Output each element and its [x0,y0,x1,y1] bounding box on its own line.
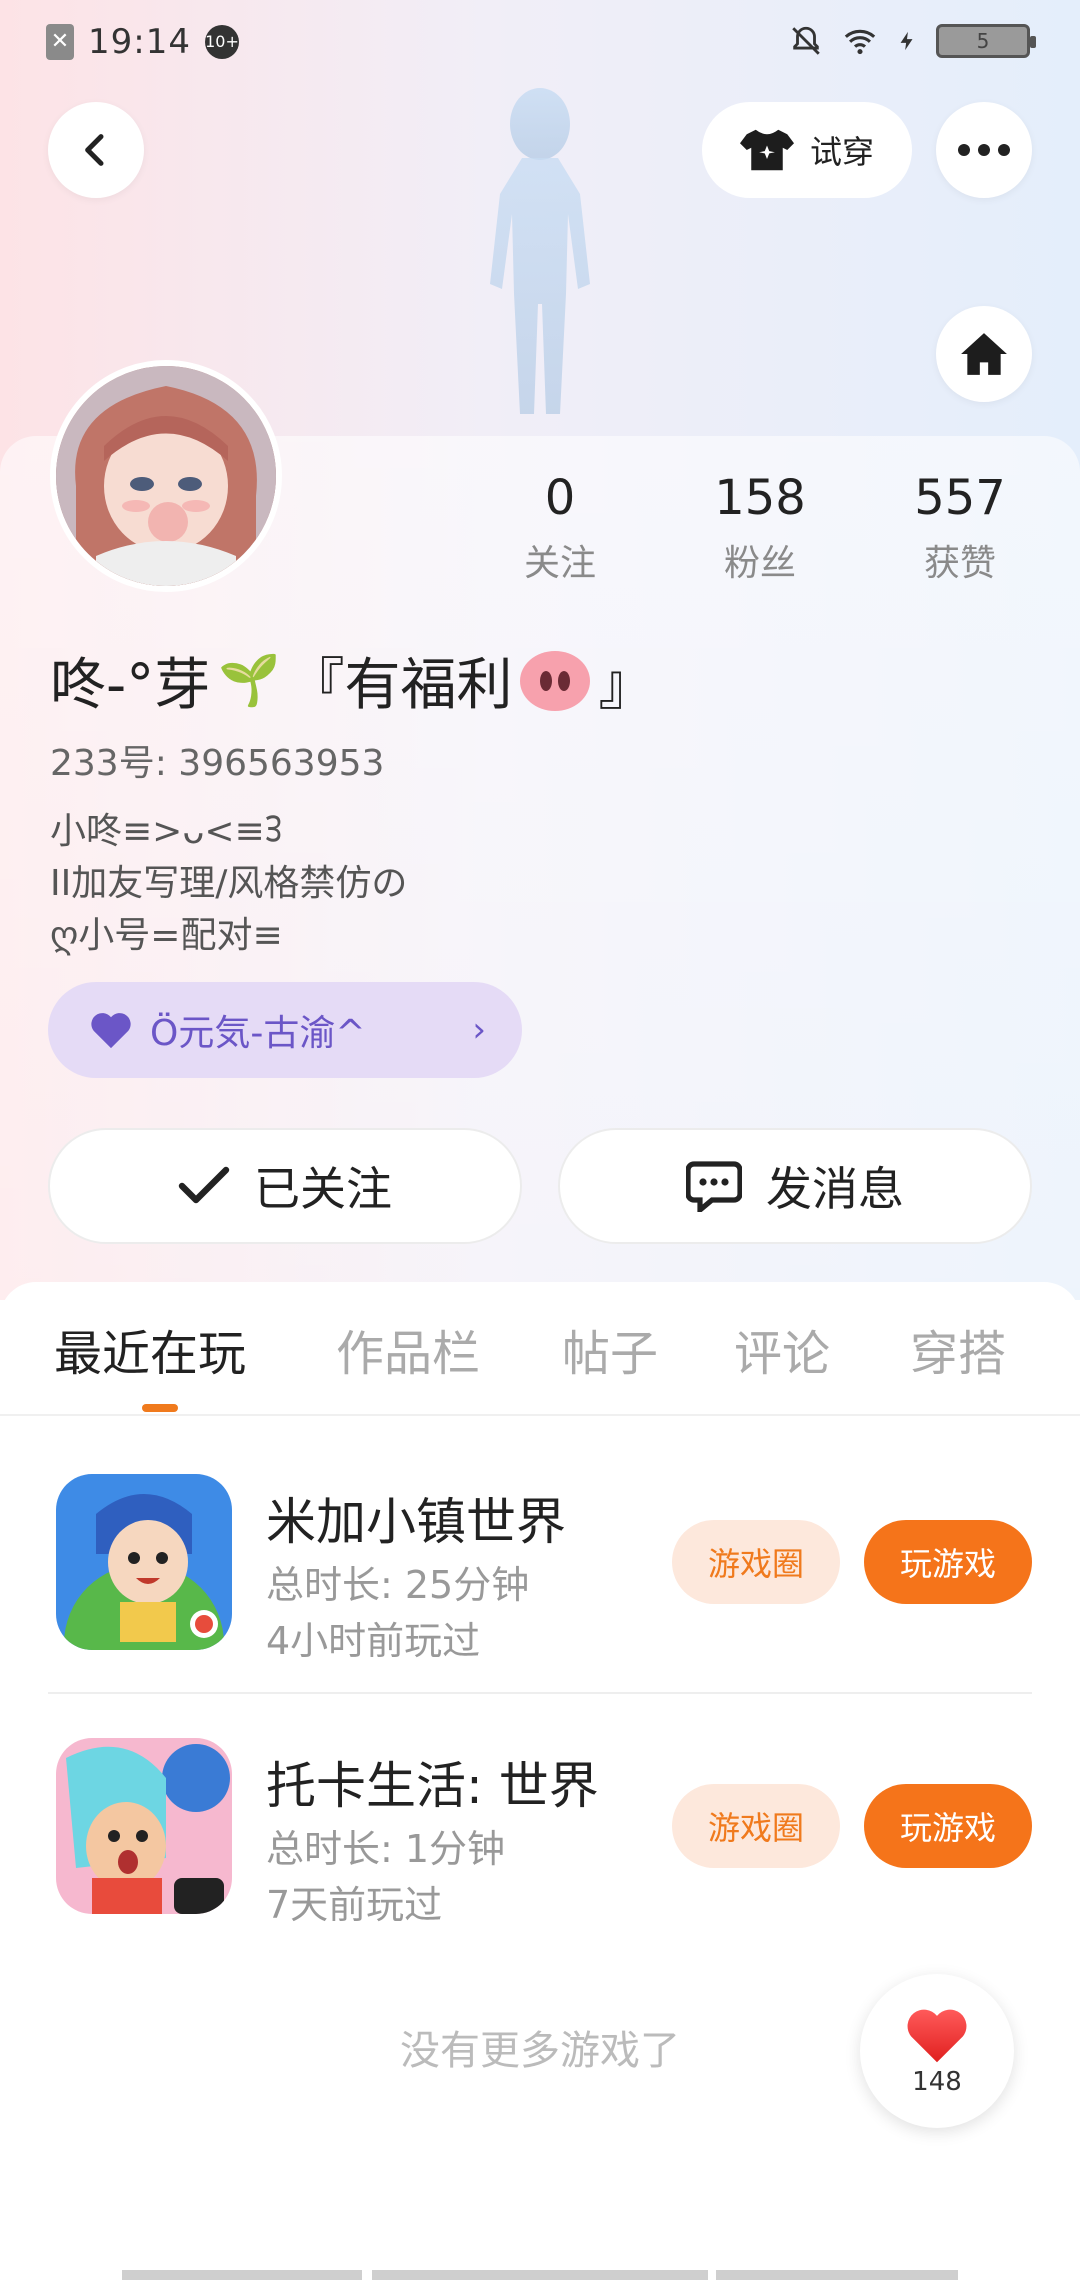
like-count: 148 [912,2067,962,2097]
nav-gesture-bar [122,2270,362,2280]
nickname: 咚-°芽 🌱 『有福利 』 [50,640,654,721]
game-name: 米加小镇世界 [266,1493,566,1551]
notification-badge: 10+ [204,25,239,59]
try-on-label: 试穿 [809,133,874,171]
user-id: 233号: 396563953 [50,743,385,784]
stats-row: 0 关注 158 粉丝 557 获赞 [480,470,1040,586]
wifi-icon [844,29,876,55]
game-row[interactable]: 米加小镇世界 总时长: 25分钟 4小时前玩过 游戏圈 玩游戏 [0,1474,1080,1694]
check-icon [178,1166,230,1204]
game-total-time: 总时长: 25分钟 [266,1563,530,1607]
follow-label: 已关注 [254,1162,392,1216]
tab-recently-played[interactable]: 最近在玩 [54,1314,246,1384]
game-last-played: 4小时前玩过 [266,1619,481,1663]
pig-nose-icon [520,650,591,711]
heart-like-icon [907,2009,967,2063]
bio: 小咚≡>ᴗ<≡ᢃ II加友写理/风格禁仿の ღ小号=配对≡ [50,806,407,962]
stat-likes[interactable]: 557 获赞 [880,470,1040,586]
home-icon [961,333,1007,375]
chat-bubble-icon [686,1161,742,1212]
try-on-button[interactable]: 试穿 [702,102,912,198]
nickname-part1: 咚-°芽 [50,653,211,718]
back-button[interactable] [48,102,144,198]
heart-icon [91,1013,131,1049]
message-button[interactable]: 发消息 [558,1128,1032,1244]
game-icon-toca-life[interactable] [56,1738,232,1914]
stat-label: 粉丝 [723,543,796,584]
tab-works[interactable]: 作品栏 [336,1314,480,1384]
stat-number: 557 [914,470,1006,526]
bio-line: ღ小号=配对≡ [50,915,283,956]
follow-button[interactable]: 已关注 [48,1128,522,1244]
battery-icon: 5 [936,24,1036,58]
guild-label: Ö元気-古渝^ [150,1013,366,1054]
sprout-icon: 🌱 [218,651,281,709]
more-button[interactable] [936,102,1032,198]
avatar-image [56,366,276,586]
game-icon-miga-town[interactable] [56,1474,232,1650]
tab-outfits[interactable]: 穿搭 [910,1314,1006,1384]
mute-bell-icon [792,26,820,55]
stat-followers[interactable]: 158 粉丝 [680,470,840,586]
stat-number: 0 [544,470,576,526]
game-row[interactable]: 托卡生活: 世界 总时长: 1分钟 7天前玩过 游戏圈 玩游戏 [0,1738,1080,1958]
status-time: 19:14 [88,22,191,62]
game-circle-button[interactable]: 游戏圈 [672,1520,840,1604]
stat-following[interactable]: 0 关注 [480,470,640,586]
avatar-figure-hologram [490,88,590,414]
stat-label: 关注 [523,543,596,584]
sim-x-icon: ✕ [46,24,74,60]
nickname-part2: 『有福利 [288,653,513,718]
back-arrow-icon [85,134,104,166]
home-button[interactable] [936,306,1032,402]
status-bar: ✕ 19:14 10+ 5 [0,0,1080,80]
game-name: 托卡生活: 世界 [266,1757,599,1815]
divider [0,1414,1080,1416]
bio-line: II加友写理/风格禁仿の [50,863,408,904]
game-circle-button[interactable]: 游戏圈 [672,1784,840,1868]
nickname-part3: 』 [598,653,655,718]
divider [48,1692,1032,1694]
guild-tag-button[interactable]: Ö元気-古渝^ › [48,982,522,1078]
play-game-button[interactable]: 玩游戏 [864,1520,1032,1604]
nav-gesture-bar [716,2270,958,2280]
avatar[interactable] [50,360,282,592]
active-tab-indicator [142,1404,178,1412]
tab-comments[interactable]: 评论 [734,1314,830,1384]
tab-posts[interactable]: 帖子 [562,1314,658,1384]
stat-label: 获赞 [923,543,996,584]
game-total-time: 总时长: 1分钟 [266,1827,506,1871]
charging-icon [900,31,913,51]
play-game-button[interactable]: 玩游戏 [864,1784,1032,1868]
tab-bar: 最近在玩 作品栏 帖子 评论 穿搭 [0,1314,1080,1400]
game-last-played: 7天前玩过 [266,1883,443,1927]
message-label: 发消息 [766,1162,904,1216]
tshirt-icon [739,129,794,171]
bio-line: 小咚≡>ᴗ<≡ᢃ [50,811,283,852]
stat-number: 158 [714,470,806,526]
chevron-right-icon: › [472,1010,486,1050]
more-dots-icon [958,144,1010,156]
like-button[interactable]: 148 [860,1974,1014,2128]
nav-gesture-bar [372,2270,708,2280]
